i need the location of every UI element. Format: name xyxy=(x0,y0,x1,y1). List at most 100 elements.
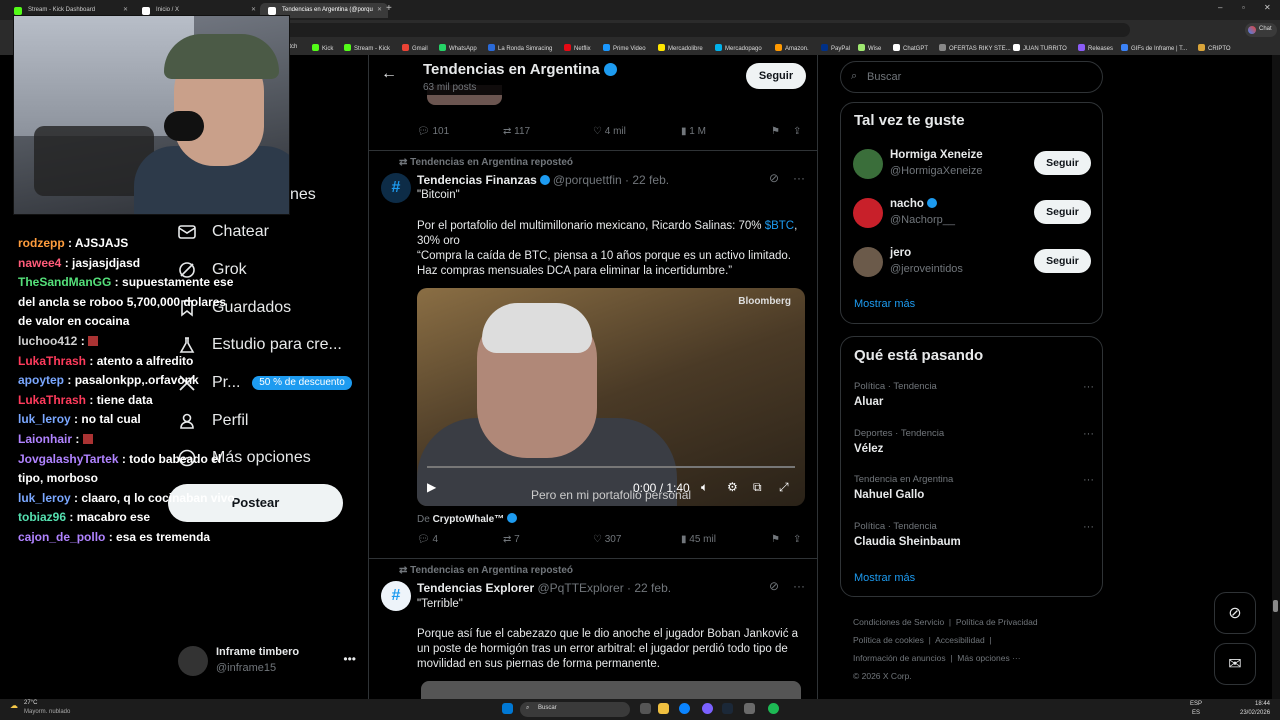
footer-link[interactable]: Política de Privacidad xyxy=(956,617,1038,627)
follow-button[interactable]: Seguir xyxy=(1034,249,1091,273)
new-tab-icon[interactable]: + xyxy=(386,3,392,14)
tweet[interactable]: ⇄ Tendencias en Argentina reposteó # Ten… xyxy=(369,559,817,720)
trend-item[interactable]: Política · Tendencia Aluar ··· xyxy=(854,381,1094,415)
like-button[interactable]: ♡ 4 mil xyxy=(593,126,626,137)
minimize-icon[interactable]: – xyxy=(1218,3,1222,12)
windows-start-icon[interactable] xyxy=(502,703,513,714)
weather-temp[interactable]: 27°C xyxy=(24,700,37,706)
chat-username[interactable]: LukaThrash xyxy=(18,393,86,407)
follow-button[interactable]: Seguir xyxy=(1034,200,1091,224)
bookmark-item[interactable]: ChatGPT xyxy=(893,44,928,52)
close-window-icon[interactable]: ✕ xyxy=(1264,3,1271,12)
file-explorer-icon[interactable] xyxy=(658,703,669,714)
search-input[interactable]: ⌕ Buscar xyxy=(840,61,1103,93)
footer-link[interactable]: Más opciones ··· xyxy=(957,653,1020,663)
bookmark-item[interactable]: OFERTAS RIKY STE... xyxy=(939,44,1011,52)
chat-username[interactable]: LukaThrash xyxy=(18,354,86,368)
video-player[interactable]: Bloomberg ▶ 0:00 / 1:40 🔈︎ ⚙ ⧉ ⤢ Pero en… xyxy=(417,288,805,506)
reply-button[interactable]: 💬︎ 101 xyxy=(417,126,449,137)
bookmark-item[interactable]: PayPal xyxy=(821,44,850,52)
task-view-icon[interactable] xyxy=(640,703,651,714)
chat-button[interactable]: Chat xyxy=(1245,23,1277,37)
chat-username[interactable]: rodzepp xyxy=(18,236,65,250)
bookmark-item[interactable]: Gmail xyxy=(402,44,428,52)
follow-button[interactable]: Seguir xyxy=(1034,151,1091,175)
grok-icon[interactable]: ⊘ ··· xyxy=(769,171,805,185)
bookmark-item[interactable]: Mercadolibre xyxy=(658,44,703,52)
bookmark-item[interactable]: Kick xyxy=(312,44,333,52)
scrollbar[interactable] xyxy=(1272,55,1280,699)
footer-link[interactable]: Información de anuncios xyxy=(853,653,946,663)
edge-icon[interactable] xyxy=(679,703,690,714)
bookmark-icon[interactable]: ⚑ xyxy=(771,126,780,137)
steam-icon[interactable] xyxy=(722,703,733,714)
back-arrow-icon[interactable]: ← xyxy=(381,65,397,83)
bookmark-icon[interactable]: ⚑ xyxy=(771,534,780,545)
clock-date[interactable]: 23/02/2026 xyxy=(1240,710,1270,716)
follow-button[interactable]: Seguir xyxy=(746,63,806,89)
bookmark-item[interactable]: JUAN TURRITO xyxy=(1013,44,1067,52)
views-button[interactable]: ▮ 1 M xyxy=(681,126,706,137)
bookmark-folder[interactable]: CRIPTO xyxy=(1198,44,1231,52)
chat-username[interactable]: tobiaz96 xyxy=(18,510,66,524)
chat-username[interactable]: JovgalashyTartek xyxy=(18,452,119,466)
suggestion-item[interactable]: Hormiga Xeneize @HormigaXeneize Seguir xyxy=(853,147,1093,183)
close-icon[interactable]: ✕ xyxy=(123,6,128,13)
reply-button[interactable]: 💬︎ 4 xyxy=(417,534,438,545)
grok-icon[interactable]: ⊘ ··· xyxy=(769,579,805,593)
trend-item[interactable]: Deportes · Tendencia Vélez ··· xyxy=(854,428,1094,462)
app-icon[interactable] xyxy=(702,703,713,714)
more-dots-icon[interactable]: ··· xyxy=(1083,428,1094,440)
bookmark-item[interactable]: WhatsApp xyxy=(439,44,477,52)
more-dots-icon[interactable]: ··· xyxy=(1083,381,1094,393)
video-source[interactable]: De CryptoWhale™ xyxy=(417,512,807,527)
bookmark-item[interactable]: Prime Video xyxy=(603,44,646,52)
bookmark-item[interactable]: Releases xyxy=(1078,44,1113,52)
account-switcher[interactable]: Inframe timbero @inframe15 ••• xyxy=(178,644,358,678)
show-more-link[interactable]: Mostrar más xyxy=(854,298,915,310)
footer-link[interactable]: Condiciones de Servicio xyxy=(853,617,944,627)
bookmark-item[interactable]: Netflix xyxy=(564,44,591,52)
repost-button[interactable]: ⇄ 117 xyxy=(503,126,530,137)
tweet-author[interactable]: Tendencias Explorer @PqTTExplorer · 22 f… xyxy=(417,581,671,595)
bookmark-item[interactable]: Mercadopago xyxy=(715,44,762,52)
bookmark-item[interactable]: GIFs de Inframe | T... xyxy=(1121,44,1187,52)
footer-link[interactable]: Accesibilidad xyxy=(935,635,985,645)
tweet-media-partial[interactable] xyxy=(421,681,801,701)
chat-username[interactable]: TheSandManGG xyxy=(18,275,111,289)
chat-username[interactable]: apoytep xyxy=(18,373,64,387)
bookmark-item[interactable]: La Ronda Simracing xyxy=(488,44,552,52)
language-indicator[interactable]: ESP xyxy=(1190,701,1202,707)
taskbar-search[interactable]: ⌕ Buscar xyxy=(520,702,630,717)
suggestion-item[interactable]: nacho @Nachorp__ Seguir xyxy=(853,196,1093,232)
bookmark-item[interactable]: Wise xyxy=(858,44,881,52)
like-button[interactable]: ♡ 307 xyxy=(593,534,621,545)
show-more-link[interactable]: Mostrar más xyxy=(854,572,915,584)
tweet[interactable]: ⇄ Tendencias en Argentina reposteó # Ten… xyxy=(369,151,817,559)
video-progress-bar[interactable] xyxy=(427,466,795,468)
footer-link[interactable]: Política de cookies xyxy=(853,635,924,645)
nav-opciones-partial[interactable]: nes xyxy=(290,180,316,210)
messages-fab[interactable]: ✉ xyxy=(1214,643,1256,685)
more-dots-icon[interactable]: ··· xyxy=(1083,521,1094,533)
close-icon[interactable]: ✕ xyxy=(377,6,382,13)
grok-fab[interactable]: ⊘ xyxy=(1214,592,1256,634)
spotify-icon[interactable] xyxy=(768,703,779,714)
avatar[interactable]: # xyxy=(381,173,411,203)
cashtag-link[interactable]: $BTC xyxy=(765,220,794,232)
bookmark-item[interactable]: Amazon. xyxy=(775,44,809,52)
chat-username[interactable]: luk_leroy xyxy=(18,491,71,505)
avatar[interactable]: # xyxy=(381,581,411,611)
weather-desc[interactable]: Mayorm. nublado xyxy=(24,709,70,715)
close-icon[interactable]: ✕ xyxy=(251,6,256,13)
chat-username[interactable]: cajon_de_pollo xyxy=(18,530,105,544)
trend-item[interactable]: Tendencia en Argentina Nahuel Gallo ··· xyxy=(854,474,1094,508)
repost-button[interactable]: ⇄ 7 xyxy=(503,534,520,545)
bookmark-item[interactable]: Stream - Kick xyxy=(344,44,390,52)
app-icon[interactable] xyxy=(744,703,755,714)
chat-username[interactable]: luchoo412 xyxy=(18,334,77,348)
clock-time[interactable]: 18:44 xyxy=(1255,701,1270,707)
tweet-author[interactable]: Tendencias Finanzas @porquettfin · 22 feb… xyxy=(417,173,669,187)
maximize-icon[interactable]: ▫ xyxy=(1242,3,1245,12)
more-dots-icon[interactable]: ••• xyxy=(343,652,356,666)
